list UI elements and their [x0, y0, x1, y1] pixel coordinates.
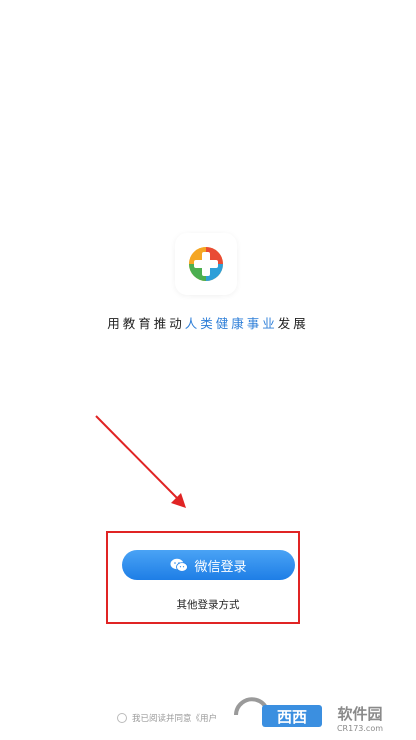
annotation-arrow: [95, 415, 186, 508]
agreement-row: 我已阅读并同意《用户: [117, 712, 217, 724]
wechat-login-label: 微信登录: [194, 559, 247, 575]
agreement-checkbox[interactable]: [117, 713, 127, 723]
watermark-brand-part: 西西: [277, 708, 307, 726]
watermark-url: CR173.com: [337, 724, 383, 733]
wechat-login-button[interactable]: 微信登录: [122, 550, 295, 580]
agreement-text: 我已阅读并同意《用户: [132, 714, 218, 724]
watermark-brand-rest: 软件园: [337, 705, 382, 723]
wechat-icon: [170, 558, 189, 572]
other-login-link[interactable]: 其他登录方式: [0, 597, 416, 612]
watermark-logo: 西西 软件园 CR173.com: [234, 697, 383, 733]
